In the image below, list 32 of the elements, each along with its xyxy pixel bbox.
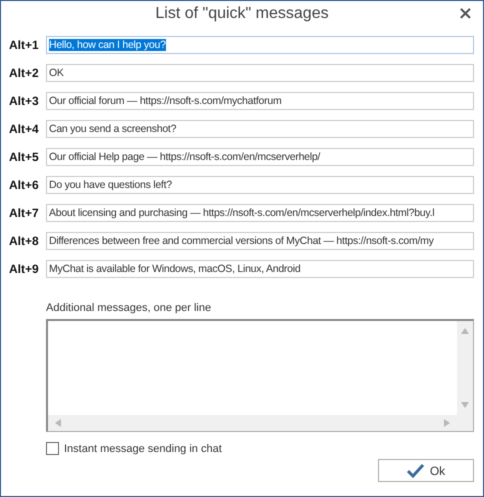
message-field[interactable]: Differences between free and commercial versions of MyChat — https://nsoft-s.com/my <box>46 232 474 250</box>
additional-messages-field[interactable] <box>46 319 474 432</box>
message-field[interactable]: About licensing and purchasing — https://nsoft-s.com/en/mcserverhelp/index.html?buy.l <box>46 204 474 222</box>
close-button[interactable]: × <box>456 5 475 23</box>
shortcut-label: Alt+4 <box>9 122 39 136</box>
ok-button[interactable]: Ok <box>378 459 474 482</box>
message-field[interactable]: Do you have questions left? <box>46 176 474 194</box>
scroll-down-icon[interactable] <box>460 401 470 409</box>
shortcut-label: Alt+5 <box>9 150 39 164</box>
checkmark-icon <box>406 464 424 478</box>
message-field[interactable]: Can you send a screenshot? <box>46 120 474 138</box>
checkbox[interactable] <box>46 442 59 455</box>
shortcut-label: Alt+8 <box>9 234 39 248</box>
window-title: List of "quick" messages <box>155 5 329 23</box>
shortcut-label: Alt+3 <box>9 94 39 108</box>
shortcut-label: Alt+6 <box>9 178 39 192</box>
message-field[interactable]: OK <box>46 64 474 82</box>
vertical-scrollbar[interactable] <box>457 321 473 415</box>
message-field[interactable]: MyChat is available for Windows, macOS, Linux, Android <box>46 260 474 278</box>
shortcut-label: Alt+9 <box>9 262 39 276</box>
instant-sending-label: Instant message sending in chat <box>64 442 222 454</box>
scroll-up-icon[interactable] <box>460 327 470 335</box>
scroll-left-icon[interactable] <box>54 418 62 428</box>
message-field[interactable]: Our official forum — https://nsoft-s.com/mychatforum <box>46 92 474 110</box>
horizontal-scrollbar[interactable] <box>48 415 473 431</box>
additional-messages-label: Additional messages, one per line <box>46 302 212 314</box>
shortcut-label: Alt+2 <box>9 66 39 80</box>
message-field[interactable]: Hello, how can I help you? <box>46 36 474 54</box>
message-field[interactable]: Our official Help page — https://nsoft-s.com/en/mcserverhelp/ <box>46 148 474 166</box>
shortcut-label: Alt+1 <box>9 38 39 52</box>
scroll-right-icon[interactable] <box>443 418 451 428</box>
shortcut-label: Alt+7 <box>9 206 39 220</box>
